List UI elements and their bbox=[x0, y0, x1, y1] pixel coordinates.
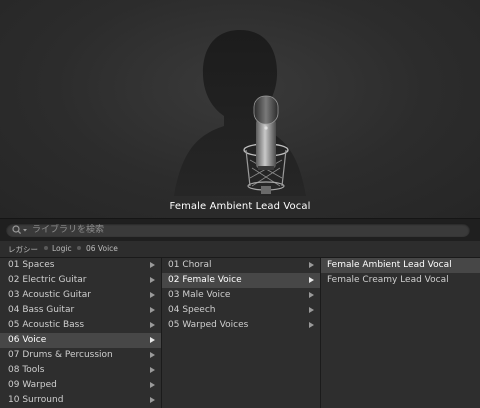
category-label: 10 Surround bbox=[8, 395, 64, 405]
subcategory-item[interactable]: 01 Choral bbox=[162, 258, 320, 273]
breadcrumb-item-voice[interactable]: 06 Voice bbox=[86, 244, 118, 253]
disclosure-arrow-icon bbox=[150, 382, 155, 388]
disclosure-arrow-icon bbox=[150, 367, 155, 373]
breadcrumb-separator-icon bbox=[77, 246, 81, 250]
disclosure-arrow-icon bbox=[309, 262, 314, 268]
category-label: 08 Tools bbox=[8, 365, 45, 375]
subcategory-item[interactable]: 05 Warped Voices bbox=[162, 318, 320, 333]
category-label: 07 Drums & Percussion bbox=[8, 350, 113, 360]
search-icon[interactable] bbox=[12, 225, 30, 235]
subcategory-label: 04 Speech bbox=[168, 305, 216, 315]
category-item-selected[interactable]: 06 Voice bbox=[0, 333, 161, 348]
patch-item-selected[interactable]: Female Ambient Lead Vocal bbox=[321, 258, 480, 273]
category-item[interactable]: 03 Acoustic Guitar bbox=[0, 288, 161, 303]
search-input[interactable] bbox=[32, 223, 462, 237]
subcategory-item-selected[interactable]: 02 Female Voice bbox=[162, 273, 320, 288]
disclosure-arrow-icon bbox=[309, 292, 314, 298]
disclosure-arrow-icon bbox=[150, 262, 155, 268]
category-item[interactable]: 09 Warped bbox=[0, 378, 161, 393]
category-label: 03 Acoustic Guitar bbox=[8, 290, 91, 300]
singer-microphone-illustration bbox=[174, 30, 306, 196]
breadcrumb-item-logic[interactable]: Logic bbox=[52, 244, 72, 253]
patch-item[interactable]: Female Creamy Lead Vocal bbox=[321, 273, 480, 288]
subcategory-label: 03 Male Voice bbox=[168, 290, 231, 300]
disclosure-arrow-icon bbox=[309, 307, 314, 313]
subcategory-label: 02 Female Voice bbox=[168, 275, 242, 285]
disclosure-arrow-icon bbox=[150, 352, 155, 358]
patch-preview: Female Ambient Lead Vocal bbox=[0, 0, 480, 218]
patch-column: Female Ambient Lead Vocal Female Creamy … bbox=[321, 258, 480, 408]
disclosure-arrow-icon bbox=[150, 277, 155, 283]
search-field[interactable] bbox=[6, 223, 470, 237]
category-label: 06 Voice bbox=[8, 335, 47, 345]
disclosure-arrow-icon bbox=[309, 277, 314, 283]
category-label: 05 Acoustic Bass bbox=[8, 320, 85, 330]
category-label: 02 Electric Guitar bbox=[8, 275, 87, 285]
category-item[interactable]: 02 Electric Guitar bbox=[0, 273, 161, 288]
patch-label: Female Creamy Lead Vocal bbox=[327, 275, 449, 285]
category-column: 01 Spaces 02 Electric Guitar 03 Acoustic… bbox=[0, 258, 162, 408]
chevron-down-icon bbox=[23, 229, 27, 232]
subcategory-item[interactable]: 03 Male Voice bbox=[162, 288, 320, 303]
category-item[interactable]: 04 Bass Guitar bbox=[0, 303, 161, 318]
subcategory-item[interactable]: 04 Speech bbox=[162, 303, 320, 318]
disclosure-arrow-icon bbox=[150, 292, 155, 298]
category-label: 04 Bass Guitar bbox=[8, 305, 75, 315]
disclosure-arrow-icon bbox=[150, 307, 155, 313]
category-label: 09 Warped bbox=[8, 380, 57, 390]
category-item[interactable]: 01 Spaces bbox=[0, 258, 161, 273]
category-item[interactable]: 08 Tools bbox=[0, 363, 161, 378]
disclosure-arrow-icon bbox=[150, 397, 155, 403]
category-label: 01 Spaces bbox=[8, 260, 55, 270]
disclosure-arrow-icon bbox=[150, 337, 155, 343]
breadcrumb: レガシー Logic 06 Voice bbox=[0, 241, 480, 258]
category-item[interactable]: 10 Surround bbox=[0, 393, 161, 408]
subcategory-label: 01 Choral bbox=[168, 260, 212, 270]
category-item[interactable]: 07 Drums & Percussion bbox=[0, 348, 161, 363]
disclosure-arrow-icon bbox=[309, 322, 314, 328]
singer-silhouette bbox=[174, 30, 306, 196]
patch-label: Female Ambient Lead Vocal bbox=[327, 260, 452, 270]
category-item[interactable]: 05 Acoustic Bass bbox=[0, 318, 161, 333]
breadcrumb-item-legacy[interactable]: レガシー bbox=[8, 244, 38, 255]
subcategory-label: 05 Warped Voices bbox=[168, 320, 249, 330]
disclosure-arrow-icon bbox=[150, 322, 155, 328]
subcategory-column: 01 Choral 02 Female Voice 03 Male Voice … bbox=[162, 258, 321, 408]
breadcrumb-separator-icon bbox=[44, 246, 48, 250]
patch-name-label: Female Ambient Lead Vocal bbox=[169, 201, 311, 212]
search-bar bbox=[0, 218, 480, 242]
